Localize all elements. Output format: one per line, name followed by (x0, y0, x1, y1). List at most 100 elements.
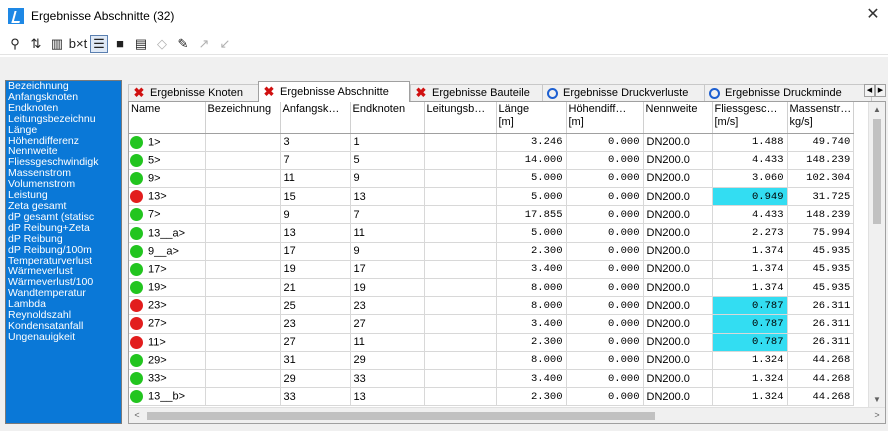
cell-dn[interactable]: DN200.0 (643, 296, 713, 316)
cell-len[interactable]: 17.855 (496, 205, 567, 225)
name-cell[interactable]: 13> (129, 187, 206, 207)
cell-bez[interactable] (205, 205, 281, 225)
field-list[interactable]: Bezeichnung Anfangsknoten Endknoten Leitung… (5, 80, 122, 424)
field-list-item[interactable]: dP Reibung+Zeta (6, 223, 121, 234)
column-header[interactable]: Massenstr… kg/s] (787, 102, 855, 134)
cell-end[interactable]: 23 (350, 296, 425, 316)
column-header[interactable]: Endknoten (350, 102, 425, 134)
scroll-down-button[interactable]: ▼ (869, 392, 885, 408)
cell-start[interactable]: 7 (280, 151, 351, 170)
cell-len[interactable]: 14.000 (496, 151, 567, 170)
cell-start[interactable]: 21 (280, 278, 351, 298)
cell-len[interactable]: 3.400 (496, 260, 567, 280)
cell-m[interactable]: 148.239 (787, 205, 855, 225)
cell-end[interactable]: 17 (350, 260, 425, 280)
cell-dn[interactable]: DN200.0 (643, 205, 713, 225)
name-cell[interactable]: 27> (129, 314, 206, 334)
cell-end[interactable]: 11 (350, 223, 425, 243)
cell-m[interactable]: 45.935 (787, 260, 855, 280)
cell-dn[interactable]: DN200.0 (643, 278, 713, 298)
column-header[interactable]: Höhendiff… [m] (566, 102, 644, 134)
cell-start[interactable]: 31 (280, 351, 351, 370)
cell-end[interactable]: 9 (350, 169, 425, 189)
name-cell[interactable]: 7> (129, 205, 206, 225)
cell-dn[interactable]: DN200.0 (643, 133, 713, 152)
text-format-icon[interactable]: b×t (69, 35, 87, 53)
cell-m[interactable]: 45.935 (787, 278, 855, 298)
table-row[interactable]: 5> 7 5 14.000 0.000 DN200.0 4.433 148.239 (129, 151, 855, 170)
column-header[interactable]: Leitungsb… (424, 102, 497, 134)
name-cell[interactable]: 9> (129, 169, 206, 189)
cell-m[interactable]: 102.304 (787, 169, 855, 189)
cell-bez[interactable] (205, 187, 281, 207)
cell-leit[interactable] (424, 387, 497, 407)
cell-v[interactable]: 0.949 (712, 187, 788, 207)
column-header[interactable]: Anfangsk… (280, 102, 351, 134)
table-row[interactable]: 33> 29 33 3.400 0.000 DN200.0 1.324 44.268 (129, 369, 855, 389)
scroll-left-button[interactable]: < (129, 408, 145, 423)
cell-hd[interactable]: 0.000 (566, 387, 644, 407)
field-list-item[interactable]: Anfangsknoten (6, 92, 121, 103)
cell-len[interactable]: 5.000 (496, 169, 567, 189)
cell-hd[interactable]: 0.000 (566, 169, 644, 189)
pencil-icon[interactable]: ✎ (174, 35, 192, 53)
field-list-item[interactable]: dP gesamt (statisc (6, 212, 121, 223)
field-list-item[interactable]: Kondensatanfall (6, 321, 121, 332)
cell-bez[interactable] (205, 314, 281, 334)
cell-len[interactable]: 3.246 (496, 133, 567, 152)
name-cell[interactable]: 23> (129, 296, 206, 316)
cell-leit[interactable] (424, 223, 497, 243)
field-list-item[interactable]: Zeta gesamt (6, 201, 121, 212)
field-list-item[interactable]: Ungenauigkeit (6, 332, 121, 343)
field-list-item[interactable]: Lambda (6, 299, 121, 310)
cell-start[interactable]: 15 (280, 187, 351, 207)
cell-v[interactable]: 1.324 (712, 369, 788, 389)
table-row[interactable]: 13> 15 13 5.000 0.000 DN200.0 0.949 31.725 (129, 187, 855, 207)
field-list-item[interactable]: Massenstrom (6, 168, 121, 179)
name-cell[interactable]: 13__a> (129, 223, 206, 243)
scroll-up-button[interactable]: ▲ (869, 102, 885, 118)
name-cell[interactable]: 5> (129, 151, 206, 170)
cell-start[interactable]: 17 (280, 242, 351, 261)
table-row[interactable]: 23> 25 23 8.000 0.000 DN200.0 0.787 26.311 (129, 296, 855, 316)
cell-v[interactable]: 1.324 (712, 351, 788, 370)
vertical-scrollbar[interactable]: ▲ ▼ (868, 102, 885, 408)
cell-hd[interactable]: 0.000 (566, 314, 644, 334)
cell-dn[interactable]: DN200.0 (643, 351, 713, 370)
cell-end[interactable]: 19 (350, 278, 425, 298)
cell-hd[interactable]: 0.000 (566, 333, 644, 352)
column-header[interactable]: Name (129, 102, 206, 134)
cell-m[interactable]: 31.725 (787, 187, 855, 207)
field-list-item[interactable]: dP Reibung/100m (6, 245, 121, 256)
table-row[interactable]: 29> 31 29 8.000 0.000 DN200.0 1.324 44.268 (129, 351, 855, 370)
cell-bez[interactable] (205, 351, 281, 370)
cell-dn[interactable]: DN200.0 (643, 223, 713, 243)
cell-m[interactable]: 44.268 (787, 387, 855, 407)
cell-end[interactable]: 11 (350, 333, 425, 352)
cell-len[interactable]: 2.300 (496, 333, 567, 352)
field-list-item[interactable]: Wärmeverlust/100 (6, 277, 121, 288)
cell-end[interactable]: 5 (350, 151, 425, 170)
cell-hd[interactable]: 0.000 (566, 260, 644, 280)
cell-m[interactable]: 26.311 (787, 296, 855, 316)
cell-m[interactable]: 75.994 (787, 223, 855, 243)
cell-len[interactable]: 5.000 (496, 223, 567, 243)
cell-end[interactable]: 13 (350, 187, 425, 207)
horizontal-scroll-thumb[interactable] (147, 412, 655, 420)
cell-dn[interactable]: DN200.0 (643, 169, 713, 189)
cell-hd[interactable]: 0.000 (566, 369, 644, 389)
tab-ergebnisse-bauteile[interactable]: ✖ Ergebnisse Bauteile (410, 84, 543, 101)
cell-leit[interactable] (424, 242, 497, 261)
field-list-item[interactable]: Nennweite (6, 146, 121, 157)
cell-dn[interactable]: DN200.0 (643, 151, 713, 170)
cell-m[interactable]: 49.740 (787, 133, 855, 152)
cell-v[interactable]: 0.787 (712, 333, 788, 352)
tab-ergebnisse-knoten[interactable]: ✖ Ergebnisse Knoten (128, 84, 259, 101)
cell-m[interactable]: 148.239 (787, 151, 855, 170)
cell-hd[interactable]: 0.000 (566, 133, 644, 152)
cell-v[interactable]: 2.273 (712, 223, 788, 243)
cell-leit[interactable] (424, 133, 497, 152)
tab-scroll-left-button[interactable]: ◀ (864, 84, 875, 97)
field-list-item[interactable]: Leitungsbezeichnu (6, 114, 121, 125)
cell-bez[interactable] (205, 369, 281, 389)
